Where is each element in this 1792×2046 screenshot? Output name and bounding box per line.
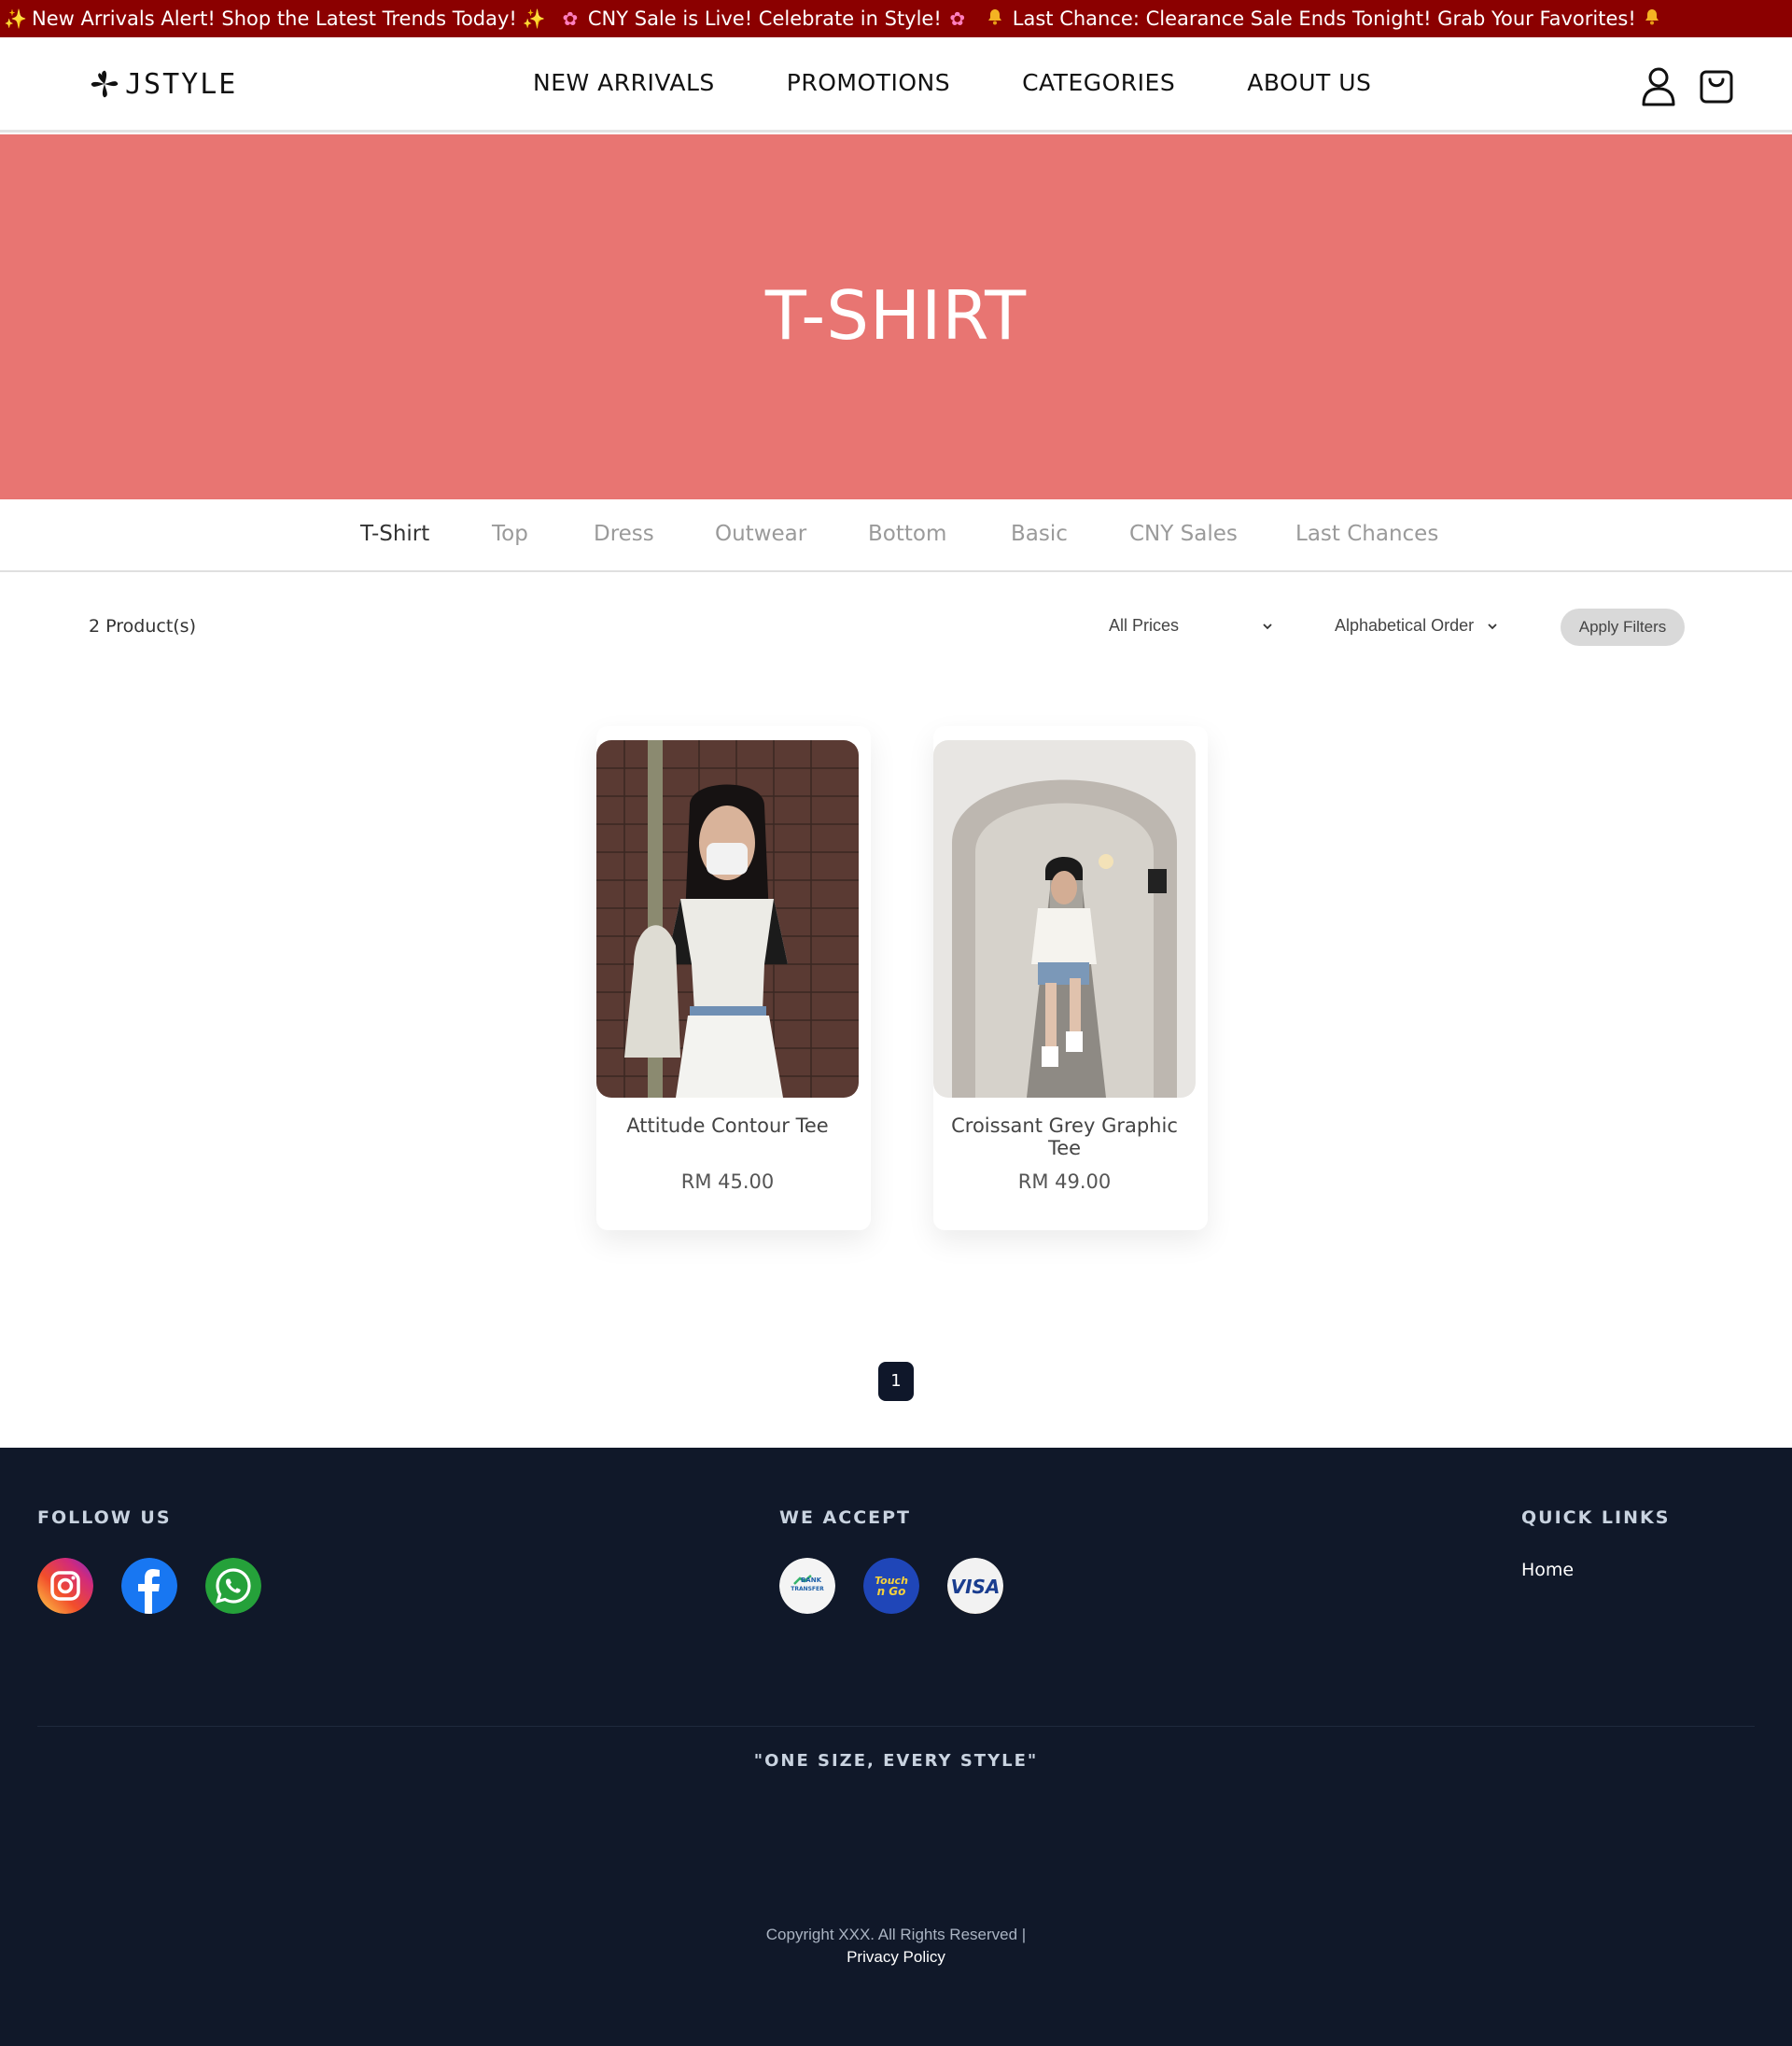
announcement-text: Last Chance: Clearance Sale Ends Tonight…: [1012, 7, 1636, 30]
footer-slogan: "ONE SIZE, EVERY STYLE": [753, 1751, 1039, 1771]
tab-dress[interactable]: Dress: [594, 522, 654, 546]
svg-text:BANK: BANK: [801, 1577, 822, 1584]
tab-last-chances[interactable]: Last Chances: [1295, 522, 1438, 546]
svg-text:VISA: VISA: [951, 1576, 1001, 1598]
we-accept-heading: WE ACCEPT: [779, 1507, 912, 1528]
shopping-bag-icon[interactable]: [1698, 65, 1735, 106]
flower-icon: ✿: [949, 7, 966, 30]
privacy-policy-link[interactable]: Privacy Policy: [0, 1948, 1792, 1967]
apply-filters-button[interactable]: Apply Filters: [1561, 609, 1685, 646]
sparkles-icon: ✨: [522, 7, 546, 30]
sort-value: Alphabetical Order: [1335, 616, 1475, 635]
product-name[interactable]: Croissant Grey Graphic Tee: [933, 1114, 1196, 1159]
site-footer: FOLLOW US WE ACCEPT BANK TRANSFER Touch …: [0, 1448, 1792, 2046]
quick-links-heading: QUICK LINKS: [1521, 1507, 1671, 1528]
price-filter-value: All Prices: [1109, 616, 1180, 635]
site-header: JSTYLE NEW ARRIVALS PROMOTIONS CATEGORIE…: [0, 37, 1792, 133]
announcement-bar: ✨ New Arrivals Alert! Shop the Latest Tr…: [0, 0, 1792, 37]
product-name[interactable]: Attitude Contour Tee: [596, 1114, 859, 1137]
product-price: RM 45.00: [680, 1170, 775, 1193]
main-nav: NEW ARRIVALS PROMOTIONS CATEGORIES ABOUT…: [533, 69, 1371, 96]
footer-link-home[interactable]: Home: [1521, 1560, 1574, 1580]
product-image[interactable]: [596, 740, 859, 1098]
bell-icon: [985, 7, 1005, 31]
announcement-message: ✿ CNY Sale is Live! Celebrate in Style! …: [558, 7, 975, 30]
announcement-text: CNY Sale is Live! Celebrate in Style!: [587, 7, 942, 30]
announcement-message: ✨ New Arrivals Alert! Shop the Latest Tr…: [2, 7, 551, 30]
tab-top[interactable]: Top: [492, 522, 528, 546]
facebook-icon[interactable]: [121, 1558, 177, 1614]
pinwheel-logo-icon: [91, 70, 119, 98]
product-card[interactable]: Croissant Grey Graphic Tee RM 49.00: [933, 726, 1208, 1230]
nav-categories[interactable]: CATEGORIES: [1022, 69, 1175, 96]
visa-icon: VISA: [947, 1558, 1003, 1614]
product-price: RM 49.00: [1017, 1170, 1112, 1193]
follow-us-heading: FOLLOW US: [37, 1507, 172, 1528]
product-card[interactable]: Attitude Contour Tee RM 45.00: [596, 726, 871, 1230]
svg-text:n Go: n Go: [877, 1585, 906, 1598]
flower-icon: ✿: [562, 7, 579, 30]
chevron-down-icon: [1488, 623, 1497, 629]
product-image[interactable]: [933, 740, 1196, 1098]
logo-link[interactable]: JSTYLE: [88, 65, 237, 103]
tab-outwear[interactable]: Outwear: [715, 522, 806, 546]
page-button-current[interactable]: 1: [878, 1362, 914, 1401]
footer-divider: [37, 1726, 1755, 1727]
product-count: 2 Product(s): [89, 616, 196, 637]
tab-cny-sales[interactable]: CNY Sales: [1129, 522, 1238, 546]
whatsapp-icon[interactable]: [205, 1558, 261, 1614]
sort-select[interactable]: Alphabetical Order: [1335, 616, 1498, 636]
instagram-icon[interactable]: [37, 1558, 93, 1614]
price-filter-select[interactable]: All Prices: [1109, 616, 1273, 636]
filter-toolbar: 2 Product(s) All Prices Alphabetical Ord…: [0, 597, 1792, 653]
nav-promotions[interactable]: PROMOTIONS: [787, 69, 950, 96]
page-title: T-SHIRT: [764, 276, 1028, 355]
user-icon[interactable]: [1640, 65, 1677, 106]
bank-transfer-icon: BANK TRANSFER: [779, 1558, 835, 1614]
svg-text:TRANSFER: TRANSFER: [791, 1586, 824, 1592]
nav-about-us[interactable]: ABOUT US: [1247, 69, 1371, 96]
nav-new-arrivals[interactable]: NEW ARRIVALS: [533, 69, 715, 96]
tab-basic[interactable]: Basic: [1011, 522, 1068, 546]
announcement-text: New Arrivals Alert! Shop the Latest Tren…: [32, 7, 517, 30]
copyright-text: Copyright XXX. All Rights Reserved |: [765, 1926, 1027, 1943]
logo-text: JSTYLE: [125, 67, 238, 101]
chevron-down-icon: [1263, 623, 1272, 629]
category-hero-banner: T-SHIRT: [0, 134, 1792, 499]
bell-icon: [1642, 7, 1662, 31]
touch-n-go-icon: Touch n Go: [863, 1558, 919, 1614]
subcategory-tabs: T-Shirt Top Dress Outwear Bottom Basic C…: [0, 499, 1792, 572]
announcement-message: Last Chance: Clearance Sale Ends Tonight…: [983, 7, 1670, 31]
tab-t-shirt[interactable]: T-Shirt: [360, 522, 429, 546]
tab-bottom[interactable]: Bottom: [868, 522, 946, 546]
sparkles-icon: ✨: [4, 7, 27, 30]
